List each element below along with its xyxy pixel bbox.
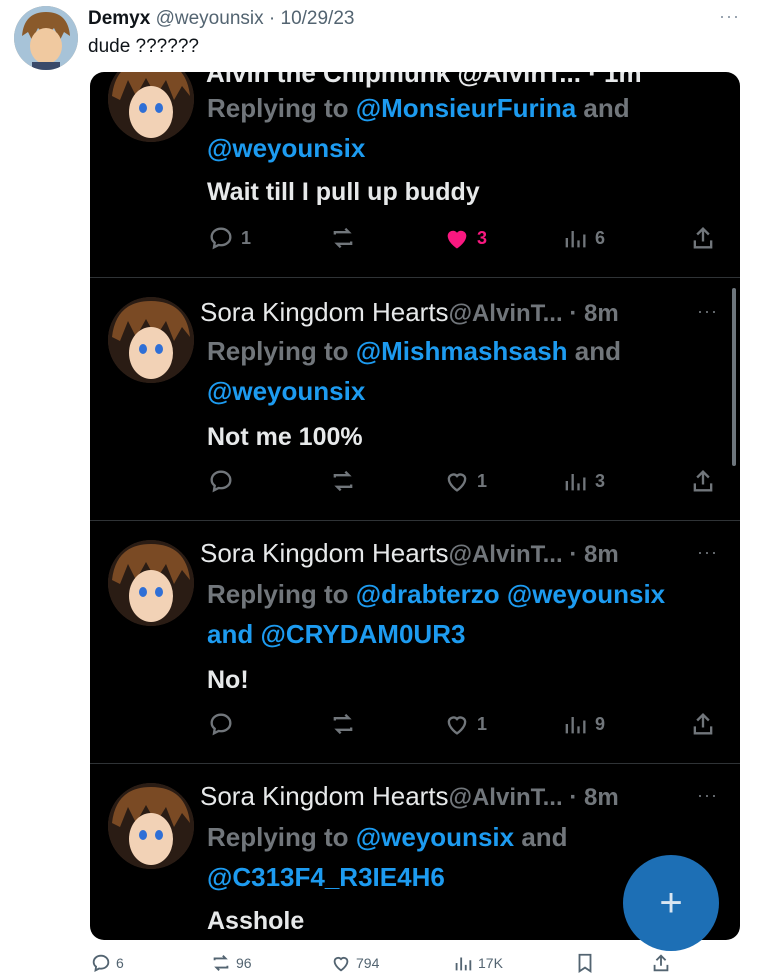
reply-header: Sora Kingdom Hearts@AlvinT... · 8m: [200, 297, 619, 328]
reply-button[interactable]: 1: [207, 224, 251, 252]
share-button[interactable]: [650, 952, 672, 974]
heart-icon: [333, 956, 349, 972]
more-options-icon[interactable]: ···: [697, 542, 718, 563]
views-icon: [565, 717, 586, 734]
views-button[interactable]: 9: [561, 710, 605, 738]
action-bar: 1 3 6: [207, 224, 717, 256]
reply-icon: [210, 470, 232, 493]
separator: ·: [268, 8, 276, 29]
divider: [90, 520, 740, 521]
author-name[interactable]: Demyx: [88, 8, 150, 29]
reply-header: Sora Kingdom Hearts@AlvinT... · 8m: [200, 538, 619, 569]
mention-link[interactable]: @drabterzo: [356, 579, 500, 609]
divider: [90, 763, 740, 764]
divider: [90, 277, 740, 278]
heart-icon: [447, 716, 467, 735]
reply-text: Asshole: [207, 907, 305, 935]
views-button[interactable]: 6: [561, 224, 605, 252]
more-options-icon[interactable]: ···: [697, 301, 718, 322]
retweet-button[interactable]: [329, 224, 357, 252]
author-handle[interactable]: @weyounsix: [156, 8, 264, 29]
reply-text: Not me 100%: [207, 423, 363, 451]
retweet-icon: [333, 470, 353, 492]
sora-avatar[interactable]: [108, 72, 194, 142]
reply-icon: [210, 227, 232, 250]
action-bar: 1 3: [207, 467, 717, 499]
mention-link[interactable]: @weyounsix: [207, 133, 365, 163]
views-button[interactable]: 3: [561, 467, 605, 495]
mention-link[interactable]: @weyounsix: [507, 579, 665, 609]
mention-link[interactable]: @weyounsix: [207, 376, 365, 406]
sora-avatar[interactable]: [108, 297, 194, 383]
tweet-text: dude ??????: [88, 36, 199, 57]
attached-screenshot[interactable]: Alvin the Chipmunk @AlvinT... · 1m Reply…: [90, 72, 740, 940]
share-icon: [653, 954, 669, 972]
author-name[interactable]: Sora Kingdom Hearts: [200, 781, 449, 811]
share-icon: [693, 470, 713, 492]
reply-button[interactable]: [207, 467, 235, 495]
sora-avatar[interactable]: [108, 540, 194, 626]
like-button[interactable]: 1: [443, 710, 487, 738]
mention-link[interactable]: @CRYDAM0UR3: [260, 619, 465, 649]
tweet-action-bar: 6 96 794 17K: [90, 950, 680, 978]
author-meta[interactable]: @AlvinT... · 8m: [449, 300, 619, 327]
bookmark-button[interactable]: [574, 952, 596, 974]
retweet-button[interactable]: 96: [210, 952, 252, 974]
reply-button[interactable]: 6: [90, 952, 124, 974]
replying-to: Replying to @Mishmashsash and @weyounsix: [207, 336, 622, 406]
retweet-icon: [333, 713, 353, 735]
views-icon: [455, 957, 472, 971]
more-options-icon[interactable]: ···: [697, 785, 718, 806]
retweet-button[interactable]: [329, 710, 357, 738]
mention-link[interactable]: @C313F4_R3IE4H6: [207, 862, 445, 892]
reply-tweet[interactable]: Sora Kingdom Hearts@AlvinT... · 8m ··· R…: [90, 520, 740, 763]
share-icon: [693, 713, 713, 735]
author-name[interactable]: Sora Kingdom Hearts: [200, 538, 449, 568]
author-meta[interactable]: @AlvinT... · 8m: [449, 784, 619, 811]
share-icon: [693, 227, 713, 249]
reply-icon: [210, 713, 232, 736]
like-button[interactable]: 3: [443, 224, 487, 252]
author-meta[interactable]: @AlvinT... · 8m: [449, 541, 619, 568]
views-button[interactable]: 17K: [452, 952, 503, 974]
heart-filled-icon: [447, 230, 467, 249]
retweet-icon: [333, 227, 353, 249]
mention-link[interactable]: @Mishmashsash: [356, 336, 568, 366]
reply-button[interactable]: [207, 710, 235, 738]
sora-avatar[interactable]: [108, 783, 194, 869]
share-button[interactable]: [689, 224, 717, 252]
mention-link[interactable]: @MonsieurFurina: [356, 93, 576, 123]
replying-to: Replying to @drabterzo @weyounsix and @C…: [207, 579, 666, 649]
share-button[interactable]: [689, 467, 717, 495]
mention-link[interactable]: @weyounsix: [356, 822, 514, 852]
like-button[interactable]: 1: [443, 467, 487, 495]
like-button[interactable]: 794: [330, 952, 379, 974]
heart-icon: [447, 473, 467, 492]
retweet-icon: [213, 955, 229, 971]
share-button[interactable]: [689, 710, 717, 738]
reply-text: No!: [207, 666, 249, 694]
author-name[interactable]: Sora Kingdom Hearts: [200, 297, 449, 327]
author-avatar[interactable]: [14, 6, 78, 70]
reply-tweet[interactable]: Replying to @MonsieurFurina and @weyouns…: [90, 72, 740, 277]
tweet-header: Demyx @weyounsix · 10/29/23: [88, 8, 354, 30]
compose-button[interactable]: +: [623, 855, 719, 951]
reply-header: Sora Kingdom Hearts@AlvinT... · 8m: [200, 781, 619, 812]
action-bar: 1 9: [207, 710, 717, 742]
scrollbar[interactable]: [732, 288, 736, 466]
tweet-date[interactable]: 10/29/23: [281, 8, 355, 29]
views-icon: [565, 474, 586, 491]
retweet-button[interactable]: [329, 467, 357, 495]
reply-tweet[interactable]: Sora Kingdom Hearts@AlvinT... · 8m ··· R…: [90, 277, 740, 520]
reply-icon: [92, 954, 110, 972]
more-options-icon[interactable]: ···: [719, 6, 740, 27]
replying-to: Replying to @MonsieurFurina and @weyouns…: [207, 93, 630, 163]
views-icon: [565, 231, 586, 248]
bookmark-icon: [578, 953, 592, 973]
reply-text: Wait till I pull up buddy: [207, 178, 480, 206]
